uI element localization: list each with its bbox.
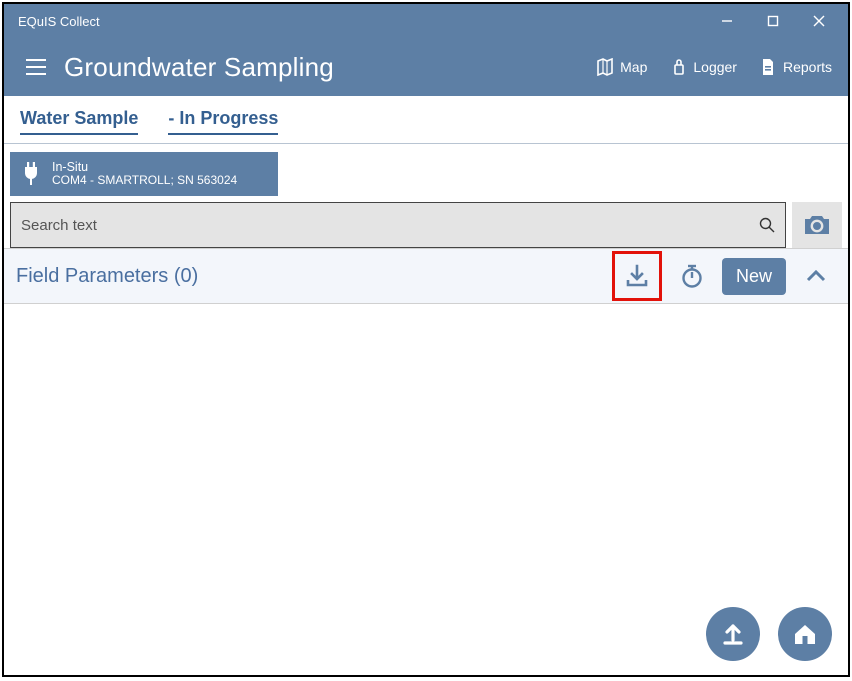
app-header: Groundwater Sampling Map Logger Report	[4, 38, 848, 96]
device-row: In-Situ COM4 - SMARTROLL; SN 563024	[4, 144, 848, 202]
close-icon	[813, 15, 825, 27]
nav-map[interactable]: Map	[596, 58, 647, 76]
tab-in-progress[interactable]: - In Progress	[168, 108, 278, 135]
nav-reports-label: Reports	[783, 59, 832, 75]
window-titlebar: EQuIS Collect	[4, 4, 848, 38]
fab-row	[706, 607, 832, 661]
download-icon	[624, 263, 650, 289]
reports-icon	[759, 58, 777, 76]
search-row: Search text	[4, 202, 848, 248]
chevron-up-icon	[804, 264, 828, 288]
stopwatch-button[interactable]	[670, 255, 714, 297]
maximize-icon	[767, 15, 779, 27]
plug-icon	[20, 161, 42, 187]
window-close[interactable]	[796, 4, 842, 38]
search-input[interactable]: Search text	[10, 202, 786, 248]
hamburger-menu[interactable]	[18, 49, 54, 85]
device-card[interactable]: In-Situ COM4 - SMARTROLL; SN 563024	[10, 152, 278, 196]
hamburger-icon	[25, 58, 47, 76]
nav-logger-label: Logger	[693, 59, 737, 75]
stopwatch-icon	[679, 263, 705, 289]
minimize-icon	[721, 15, 733, 27]
tabs-row: Water Sample - In Progress	[4, 96, 848, 143]
search-icon	[759, 217, 775, 233]
home-icon	[791, 620, 819, 648]
highlight-download	[612, 251, 662, 301]
section-field-parameters: Field Parameters (0) New	[4, 248, 848, 304]
window-maximize[interactable]	[750, 4, 796, 38]
page-title: Groundwater Sampling	[64, 52, 334, 83]
camera-button[interactable]	[792, 202, 842, 248]
section-title: Field Parameters (0)	[16, 265, 604, 288]
logger-icon	[669, 58, 687, 76]
upload-icon	[719, 620, 747, 648]
window-minimize[interactable]	[704, 4, 750, 38]
device-port: COM4 - SMARTROLL; SN 563024	[52, 174, 237, 188]
fab-upload[interactable]	[706, 607, 760, 661]
collapse-button[interactable]	[794, 255, 838, 297]
camera-icon	[803, 214, 831, 236]
app-window: EQuIS Collect Groundwater Sampling	[2, 2, 850, 677]
map-icon	[596, 58, 614, 76]
fab-home[interactable]	[778, 607, 832, 661]
download-button[interactable]	[615, 255, 659, 297]
nav-logger[interactable]: Logger	[669, 58, 737, 76]
nav-map-label: Map	[620, 59, 647, 75]
new-button-label: New	[736, 266, 772, 286]
tab-water-sample[interactable]: Water Sample	[20, 108, 138, 135]
window-title: EQuIS Collect	[18, 14, 100, 29]
device-vendor: In-Situ	[52, 160, 237, 174]
nav-reports[interactable]: Reports	[759, 58, 832, 76]
new-button[interactable]: New	[722, 258, 786, 295]
search-placeholder: Search text	[21, 217, 759, 234]
